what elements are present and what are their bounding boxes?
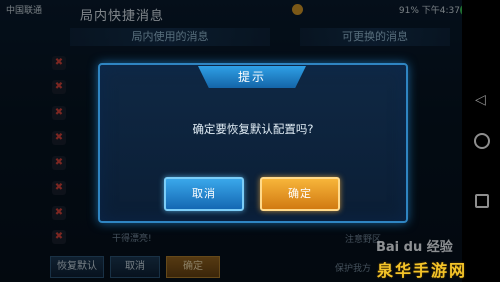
- home-icon[interactable]: [474, 133, 490, 149]
- dialog-title: 提示: [198, 66, 306, 88]
- dialog-cancel-button[interactable]: 取消: [164, 177, 244, 211]
- recent-apps-icon[interactable]: [475, 194, 489, 208]
- baidu-watermark: Bai du 经验: [376, 240, 453, 255]
- dialog-confirm-button[interactable]: 确定: [260, 177, 340, 211]
- dialog-message: 确定要恢复默认配置吗?: [192, 122, 314, 136]
- android-nav-bar: ◁: [462, 0, 500, 282]
- confirm-dialog: 提示 确定要恢复默认配置吗? 取消 确定: [98, 63, 408, 223]
- site-watermark: 泉华手游网: [377, 261, 468, 280]
- back-icon[interactable]: ◁: [475, 92, 486, 108]
